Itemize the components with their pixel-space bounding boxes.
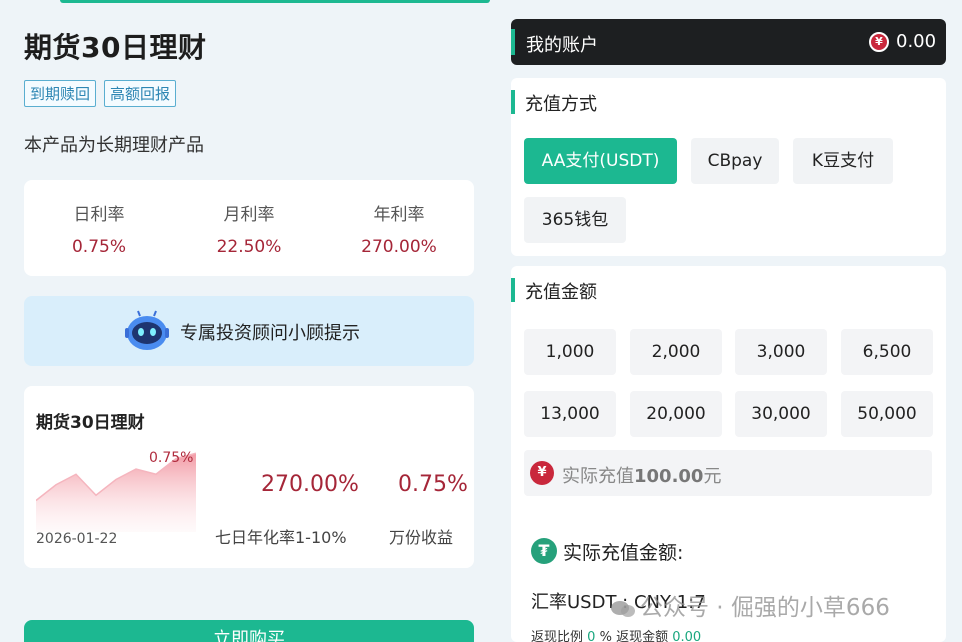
pay-method-365-wallet[interactable]: 365钱包 <box>524 197 626 243</box>
amount-option[interactable]: 3,000 <box>735 329 827 375</box>
amount-option[interactable]: 20,000 <box>630 391 722 437</box>
rate-label: 月利率 <box>223 204 275 225</box>
rebate-amount-value: 0.00 <box>672 630 702 642</box>
rebate-amount-label: 返现金额 <box>616 630 669 642</box>
account-title: 我的账户 <box>526 35 598 56</box>
robot-advisor-icon <box>125 310 169 350</box>
watermark: 公众号 · 倔强的小草666 <box>610 588 890 622</box>
product-card[interactable]: 期货30日理财 0.75% 2026-01-22 270.00% 0.75% 七… <box>24 386 474 568</box>
rate-value: 270.00% <box>361 236 437 257</box>
yield-label: 万份收益 <box>389 528 454 547</box>
sparkline-date: 2026-01-22 <box>36 531 118 547</box>
yield-value: 0.75% <box>398 472 468 497</box>
rates-panel: 日利率 0.75% 月利率 22.50% 年利率 270.00% <box>24 180 474 276</box>
pay-method-kdou[interactable]: K豆支付 <box>793 138 893 184</box>
buy-now-button[interactable]: 立即购买 <box>24 620 474 642</box>
product-panel: 期货30日理财 到期赎回 高额回报 本产品为长期理财产品 日利率 0.75% 月… <box>0 0 500 642</box>
rebate-ratio-unit: % <box>599 630 612 642</box>
section-accent-bar <box>511 278 515 302</box>
actual-value: 100.00 <box>634 466 704 487</box>
rate-monthly: 月利率 22.50% <box>184 200 314 257</box>
rate-value: 0.75% <box>71 236 126 257</box>
amount-option[interactable]: 30,000 <box>735 391 827 437</box>
usdt-tether-icon: ₮ <box>531 538 557 564</box>
amount-option[interactable]: 13,000 <box>524 391 616 437</box>
amount-card: 充值金额 1,000 2,000 3,000 6,500 13,000 20,0… <box>511 266 946 642</box>
rate-label: 年利率 <box>373 204 425 225</box>
pay-method-cbpay[interactable]: CBpay <box>691 138 779 184</box>
yuan-coin-icon: ¥ <box>869 32 889 52</box>
section-accent-bar <box>511 29 515 55</box>
tag-redeem: 到期赎回 <box>24 80 97 107</box>
section-accent-bar <box>511 90 515 114</box>
product-tags: 到期赎回 高额回报 <box>24 80 177 107</box>
pay-method-aa-usdt[interactable]: AA支付(USDT) <box>524 138 677 184</box>
amount-option[interactable]: 1,000 <box>524 329 616 375</box>
advisor-banner[interactable]: 专属投资顾问小顾提示 <box>24 296 474 366</box>
annual-rate-label: 七日年化率1-10% <box>215 528 347 547</box>
rebate-ratio-label: 返现比例 <box>531 630 584 642</box>
rate-label: 日利率 <box>73 204 125 225</box>
rate-value: 22.50% <box>216 236 282 257</box>
wechat-icon <box>611 600 635 617</box>
product-card-title: 期货30日理财 <box>36 413 145 433</box>
usdt-amount-label: 实际充值金额: <box>563 542 684 564</box>
amount-option[interactable]: 2,000 <box>630 329 722 375</box>
payment-section-title: 充值方式 <box>525 94 597 115</box>
actual-suffix: 元 <box>703 466 722 487</box>
page-title: 期货30日理财 <box>24 31 207 64</box>
yuan-coin-icon: ¥ <box>530 461 554 485</box>
annual-rate-value: 270.00% <box>261 472 359 497</box>
advisor-text: 专属投资顾问小顾提示 <box>180 323 360 344</box>
amount-section-title: 充值金额 <box>525 282 597 303</box>
account-bar: 我的账户 ¥ 0.00 <box>511 19 946 65</box>
amount-option[interactable]: 50,000 <box>841 391 933 437</box>
rate-annual: 年利率 270.00% <box>334 200 464 257</box>
sparkline-label: 0.75% <box>149 450 194 466</box>
actual-prefix: 实际充值 <box>562 466 634 487</box>
rebate-ratio-value: 0 <box>587 630 596 642</box>
rate-daily: 日利率 0.75% <box>34 200 164 257</box>
product-description: 本产品为长期理财产品 <box>24 135 204 156</box>
watermark-text: 公众号 · 倔强的小草666 <box>640 595 890 621</box>
actual-amount-field[interactable]: ¥ 实际充值100.00元 <box>524 450 932 496</box>
amount-option[interactable]: 6,500 <box>841 329 933 375</box>
rebate-info: 返现比例 0 % 返现金额 0.00 <box>531 626 701 642</box>
account-balance: 0.00 <box>896 31 937 52</box>
payment-method-card: 充值方式 AA支付(USDT) CBpay K豆支付 365钱包 <box>511 78 946 256</box>
actual-amount-text: 实际充值100.00元 <box>562 462 721 488</box>
tag-high-return: 高额回报 <box>104 80 177 107</box>
